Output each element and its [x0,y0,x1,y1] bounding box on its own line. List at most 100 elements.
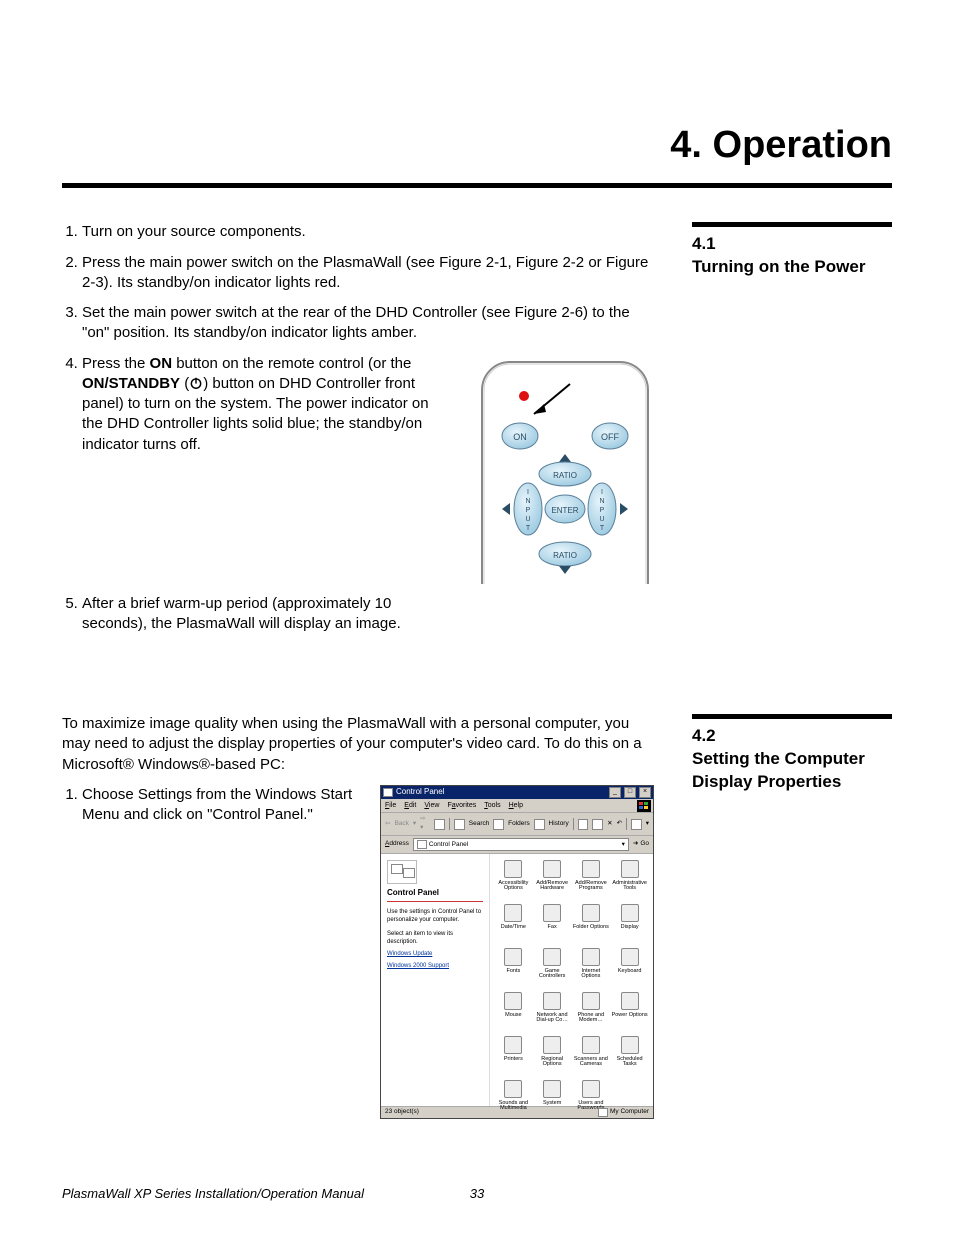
folders-button[interactable]: Folders [508,820,530,829]
cp-item-label: Scheduled Tasks [617,1056,643,1068]
on-label: ON [150,355,173,372]
cp-item-users-passwords[interactable]: Users and Passwords [572,1080,611,1124]
cp-item-label: Fax [548,924,557,930]
menu-view[interactable]: View [424,801,439,810]
step-1-text: Turn on your source components. [82,223,306,240]
cp-item-label: Add/Remove Hardware [536,880,568,892]
menu-help[interactable]: Help [509,801,523,810]
address-icon [417,840,427,849]
step-4-text: Press the ON button on the remote contro… [82,354,446,455]
cp-item-mouse[interactable]: Mouse [494,992,533,1036]
cp-item-game-controllers[interactable]: Game Controllers [533,948,572,992]
cp-item-scheduled-tasks[interactable]: Scheduled Tasks [610,1036,649,1080]
link-windows-update[interactable]: Windows Update [387,950,483,958]
cp-item-network-dialup[interactable]: Network and Dial-up Co… [533,992,572,1036]
step-3-text: Set the main power switch at the rear of… [82,304,630,341]
section-42-rule [692,714,892,719]
cp-item-regional-options[interactable]: Regional Options [533,1036,572,1080]
cp-icon-grid: Accessibility Options Add/Remove Hardwar… [490,854,653,1106]
windows-logo-icon [637,800,651,812]
cp-item-label: Folder Options [573,924,609,930]
svg-text:U: U [525,516,530,523]
search-icon[interactable] [454,819,465,830]
section-42-num: 4.2 [692,725,892,748]
step-4-c: ( [180,375,189,392]
cp-side-icon [387,860,417,884]
views-icon[interactable] [631,819,642,830]
cp-side-panel: Control Panel Use the settings in Contro… [381,854,490,1106]
close-button[interactable]: × [639,787,651,798]
svg-text:P: P [526,507,531,514]
address-field[interactable]: Control Panel ▾ [413,838,629,851]
up-icon[interactable] [434,819,445,830]
go-button[interactable]: ➜Go [633,840,649,849]
cp-item-date-time[interactable]: Date/Time [494,904,533,948]
cp-item-add-remove-hardware[interactable]: Add/Remove Hardware [533,860,572,904]
cp-item-fonts[interactable]: Fonts [494,948,533,992]
cp-side-desc2: Select an item to view its description. [387,930,483,946]
address-bar: Address Control Panel ▾ ➜Go [381,836,653,854]
menu-file[interactable]: File [385,801,396,810]
step-4-b: button on the remote control (or the [172,355,411,372]
svg-text:N: N [525,498,530,505]
cp-item-keyboard[interactable]: Keyboard [610,948,649,992]
folders-icon[interactable] [493,819,504,830]
search-button[interactable]: Search [469,820,490,829]
svg-text:OFF: OFF [601,432,619,442]
cp-item-label: Administrative Tools [612,880,647,892]
cp-item-system[interactable]: System [533,1080,572,1124]
menu-edit[interactable]: Edit [404,801,416,810]
cp-item-label: Regional Options [541,1056,563,1068]
cp-item-accessibility-options[interactable]: Accessibility Options [494,860,533,904]
menu-favorites[interactable]: Favorites [447,801,476,810]
cp-side-title: Control Panel [387,888,483,902]
address-value: Control Panel [429,839,468,850]
cp-item-scanners-cameras[interactable]: Scanners and Cameras [572,1036,611,1080]
cp-item-display[interactable]: Display [610,904,649,948]
cp-item-fax[interactable]: Fax [533,904,572,948]
cp-item-phone-modem[interactable]: Phone and Modem… [572,992,611,1036]
section-42-title: Setting the Computer Display Properties [692,748,892,794]
window-titlebar: Control Panel _ □ × [381,786,653,799]
cp-item-printers[interactable]: Printers [494,1036,533,1080]
link-windows-2000-support[interactable]: Windows 2000 Support [387,962,483,970]
chapter-number: 4. [670,124,702,166]
minimize-button[interactable]: _ [609,787,621,798]
cp-item-internet-options[interactable]: Internet Options [572,948,611,992]
cp-item-label: Display [621,924,639,930]
moveto-icon[interactable] [578,819,589,830]
copyto-icon[interactable] [592,819,603,830]
history-icon[interactable] [534,819,545,830]
step-2: Press the main power switch on the Plasm… [82,253,660,294]
cp-item-label: Network and Dial-up Co… [536,1012,567,1024]
menubar: File Edit View Favorites Tools Help [381,799,653,813]
cp-item-sounds-multimedia[interactable]: Sounds and Multimedia [494,1080,533,1124]
cp-item-administrative-tools[interactable]: Administrative Tools [610,860,649,904]
address-label: Address [385,840,409,849]
svg-text:ENTER: ENTER [551,506,578,515]
status-object-count: 23 object(s) [385,1108,598,1117]
section-41-title: Turning on the Power [692,256,892,279]
step-5: After a brief warm-up period (approximat… [82,594,402,635]
section-42-intro: To maximize image quality when using the… [62,714,660,775]
svg-text:P: P [600,507,605,514]
svg-text:ON: ON [513,432,527,442]
step-3: Set the main power switch at the rear of… [82,303,660,344]
step-4-a: Press the [82,355,150,372]
svg-text:I: I [527,489,529,496]
chapter-title: 4. Operation [62,120,892,171]
maximize-button[interactable]: □ [624,787,636,798]
back-button[interactable]: Back [394,820,408,829]
my-computer-icon [598,1108,608,1117]
cp-item-label: Game Controllers [539,968,566,980]
cp-item-label: Phone and Modem… [578,1012,605,1024]
cp-item-folder-options[interactable]: Folder Options [572,904,611,948]
svg-text:RATIO: RATIO [553,551,577,560]
cp-item-label: System [543,1100,561,1106]
history-button[interactable]: History [549,820,569,829]
menu-tools[interactable]: Tools [484,801,500,810]
cp-item-add-remove-programs[interactable]: Add/Remove Programs [572,860,611,904]
step-5-text: After a brief warm-up period (approximat… [82,595,401,632]
step-1: Turn on your source components. [82,222,660,242]
cp-item-power-options[interactable]: Power Options [610,992,649,1036]
